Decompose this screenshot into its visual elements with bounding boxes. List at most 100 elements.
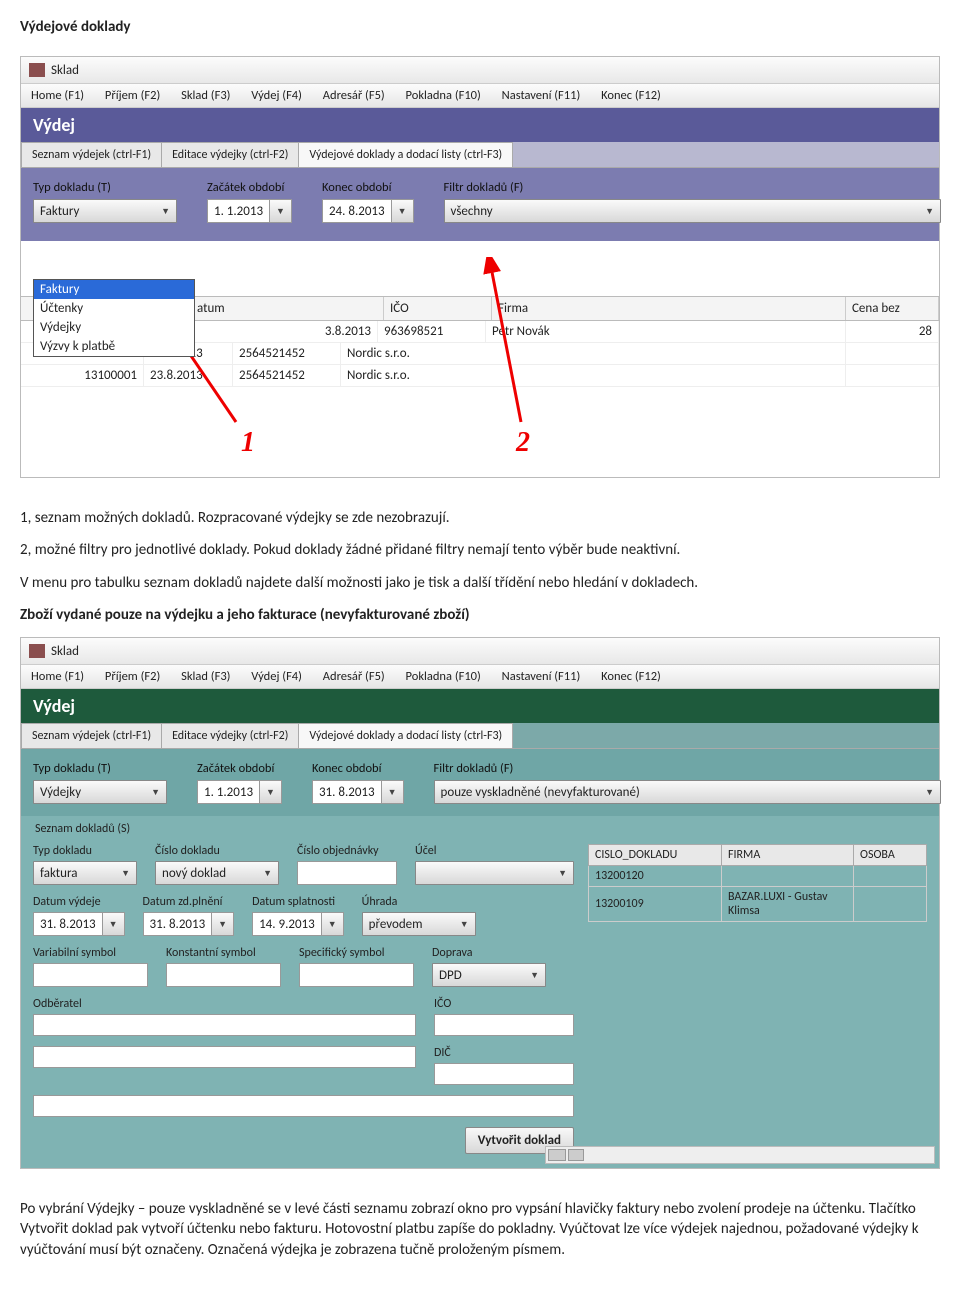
- app-icon: [29, 644, 45, 658]
- tab-active[interactable]: Výdejové doklady a dodací listy (ctrl-F3…: [298, 723, 513, 748]
- app-title: Sklad: [51, 644, 79, 659]
- uhrada-combo[interactable]: převodem▼: [362, 912, 476, 936]
- label-ks: Konstantní symbol: [166, 946, 281, 960]
- paragraph: Po vybrání Výdejky – pouze vyskladněné s…: [20, 1199, 940, 1260]
- cell: [854, 866, 927, 887]
- table-row[interactable]: 13100001 23.8.2013 2564521452 Nordic s.r…: [21, 365, 939, 387]
- table-row[interactable]: 13200109 BAZAR.LUXI - Gustav Klimsa: [589, 887, 927, 922]
- menu-item[interactable]: Nastavení (F11): [502, 88, 581, 103]
- dropdown-option[interactable]: Účtenky: [34, 299, 194, 318]
- cell-firma: Nordic s.r.o.: [341, 365, 846, 386]
- type-combo[interactable]: Faktury▼: [33, 199, 177, 223]
- doprava-combo[interactable]: DPD ▼: [432, 963, 546, 987]
- ss-input[interactable]: [299, 963, 414, 987]
- menu-item[interactable]: Konec (F12): [601, 669, 661, 684]
- menu-item[interactable]: Home (F1): [31, 669, 84, 684]
- cell: [722, 866, 854, 887]
- odberatel-input[interactable]: [33, 1014, 416, 1036]
- tab-active[interactable]: Výdejové doklady a dodací listy (ctrl-F3…: [298, 142, 513, 167]
- dropdown-option[interactable]: Výzvy k platbě: [34, 337, 194, 356]
- ucel-combo[interactable]: ▼: [415, 861, 574, 885]
- menu-item[interactable]: Příjem (F2): [105, 669, 160, 684]
- menu-item[interactable]: Nastavení (F11): [502, 669, 581, 684]
- tab[interactable]: Editace výdejky (ctrl-F2): [161, 142, 299, 167]
- cell: 13200120: [589, 866, 722, 887]
- chevron-down-icon: ▼: [391, 200, 413, 222]
- table-row[interactable]: 13200120: [589, 866, 927, 887]
- filter-bar: Typ dokladu (T) Výdejky▼ Začátek období …: [21, 749, 939, 816]
- menu-item[interactable]: Adresář (F5): [323, 669, 385, 684]
- type-value: Výdejky: [40, 785, 81, 800]
- chevron-down-icon: ▼: [259, 781, 281, 803]
- menu-item[interactable]: Konec (F12): [601, 88, 661, 103]
- cell-firma: Nordic s.r.o.: [341, 343, 846, 364]
- odberatel-line2-input[interactable]: [33, 1046, 416, 1068]
- type-combo[interactable]: Výdejky ▼: [33, 780, 167, 804]
- filter-label-type: Typ dokladu (T): [33, 180, 177, 195]
- label-datum-splat: Datum splatnosti: [252, 895, 344, 909]
- vs-input[interactable]: [33, 963, 148, 987]
- menu-item[interactable]: Příjem (F2): [105, 88, 160, 103]
- cislo-objednavky-input[interactable]: [297, 861, 397, 885]
- label-odberatel: Odběratel: [33, 997, 416, 1011]
- docfilter-combo[interactable]: pouze vyskladněné (nevyfakturované)▼: [434, 780, 941, 804]
- screenshot-2: Sklad Home (F1) Příjem (F2) Sklad (F3) V…: [20, 637, 940, 1169]
- cislo-dokladu-combo[interactable]: nový doklad▼: [155, 861, 279, 885]
- ks-input[interactable]: [166, 963, 281, 987]
- menu-item[interactable]: Adresář (F5): [323, 88, 385, 103]
- type-dropdown-list[interactable]: Faktury Účtenky Výdejky Výzvy k platbě: [33, 279, 195, 357]
- datum-zd-input[interactable]: 31. 8.2013▼: [143, 912, 235, 936]
- doprava-value: DPD: [439, 968, 462, 983]
- menu-item[interactable]: Pokladna (F10): [406, 88, 481, 103]
- filter-label-docfilter: Filtr dokladů (F): [444, 180, 927, 195]
- datum-zd-value: 31. 8.2013: [144, 917, 212, 932]
- label-ico: IČO: [434, 997, 574, 1011]
- docfilter-combo[interactable]: všechny▼: [444, 199, 941, 223]
- menu-item[interactable]: Pokladna (F10): [406, 669, 481, 684]
- menu-item[interactable]: Sklad (F3): [181, 88, 230, 103]
- label-datum-zd: Datum zd.plnění: [143, 895, 235, 909]
- label-ucel: Účel: [415, 844, 574, 858]
- menu-item[interactable]: Home (F1): [31, 88, 84, 103]
- paragraph: V menu pro tabulku seznam dokladů najdet…: [20, 573, 940, 593]
- filter-label-start: Začátek období: [197, 761, 282, 776]
- chevron-down-icon: ▼: [919, 206, 934, 217]
- app-icon: [29, 63, 45, 77]
- col-firma: FIRMA: [722, 845, 854, 866]
- end-date-input[interactable]: 24. 8.2013▼: [322, 199, 414, 223]
- chevron-down-icon: ▼: [269, 200, 291, 222]
- typ-dokladu-combo[interactable]: faktura▼: [33, 861, 137, 885]
- menu-item[interactable]: Výdej (F4): [251, 669, 302, 684]
- cell-ico: 2564521452: [233, 365, 341, 386]
- col-osoba: OSOBA: [854, 845, 927, 866]
- menu-item[interactable]: Sklad (F3): [181, 669, 230, 684]
- tab[interactable]: Editace výdejky (ctrl-F2): [161, 723, 299, 748]
- datum-vydeje-input[interactable]: 31. 8.2013▼: [33, 912, 125, 936]
- chevron-down-icon: ▼: [524, 970, 539, 981]
- chevron-down-icon: ▼: [145, 787, 160, 798]
- horizontal-scrollbar[interactable]: [545, 1146, 935, 1164]
- menu-item[interactable]: Výdej (F4): [251, 88, 302, 103]
- end-date-input[interactable]: 31. 8.2013▼: [312, 780, 404, 804]
- datum-vydeje-value: 31. 8.2013: [34, 917, 102, 932]
- label-ss: Specifický symbol: [299, 946, 414, 960]
- filter-label-start: Začátek období: [207, 180, 292, 195]
- page-title: Výdejové doklady: [20, 18, 940, 36]
- tab[interactable]: Seznam výdejek (ctrl-F1): [21, 142, 162, 167]
- tab[interactable]: Seznam výdejek (ctrl-F1): [21, 723, 162, 748]
- odberatel-line3-input[interactable]: [33, 1095, 574, 1117]
- typ-dokladu-value: faktura: [40, 866, 77, 881]
- side-grid: CISLO_DOKLADU FIRMA OSOBA 13200120 13200…: [588, 844, 927, 922]
- ico-input[interactable]: [434, 1014, 574, 1036]
- start-date-input[interactable]: 1. 1.2013▼: [197, 780, 282, 804]
- start-date-input[interactable]: 1. 1.2013▼: [207, 199, 292, 223]
- dropdown-option[interactable]: Výdejky: [34, 318, 194, 337]
- dic-input[interactable]: [434, 1063, 574, 1085]
- cell-firma: Petr Novák: [486, 321, 846, 342]
- chevron-down-icon: ▼: [102, 913, 124, 935]
- datum-splat-value: 14. 9.2013: [253, 917, 321, 932]
- dropdown-option-selected[interactable]: Faktury: [34, 280, 194, 299]
- chevron-down-icon: ▼: [454, 919, 469, 930]
- datum-splat-input[interactable]: 14. 9.2013▼: [252, 912, 344, 936]
- section-title: Výdej: [21, 108, 939, 142]
